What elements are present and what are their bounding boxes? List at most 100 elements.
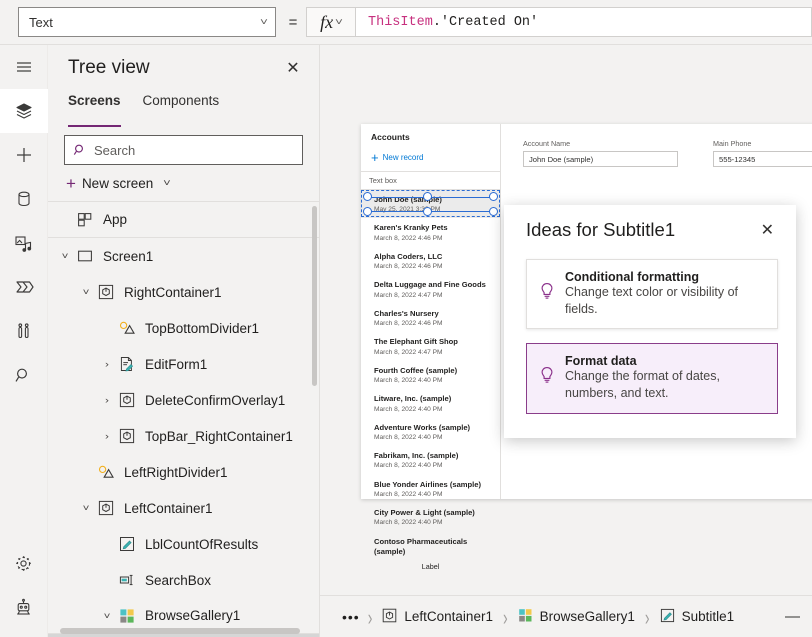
tree-item-label: BrowseGallery1 [145, 608, 241, 623]
idea-card-format-data[interactable]: Format data Change the format of dates, … [526, 343, 778, 414]
new-screen-button[interactable]: + New screen ˅ [64, 165, 303, 201]
breadcrumb-item-browsegallery1[interactable]: BrowseGallery1 [508, 596, 645, 637]
breadcrumb-overflow[interactable]: ••• [328, 596, 368, 637]
gallery-list-item[interactable]: Fourth Coffee (sample) March 8, 2022 4:40… [361, 361, 500, 389]
gallery-list-item[interactable]: Adventure Works (sample) March 8, 2022 4:… [361, 418, 500, 446]
search-input[interactable]: Search [64, 135, 303, 165]
chevron-down-icon[interactable]: ˅ [74, 287, 97, 297]
tree-view-icon[interactable] [0, 89, 48, 133]
breadcrumb-label: BrowseGallery1 [539, 609, 635, 624]
app-icon [74, 212, 96, 228]
chevron-right-icon[interactable]: › [95, 359, 118, 369]
breadcrumb-separator-icon: › [367, 603, 373, 630]
vertical-scrollbar[interactable] [312, 206, 317, 386]
gallery-list-item[interactable]: Contoso Pharmaceuticals (sample) [361, 532, 500, 562]
chevron-down-icon[interactable]: ˅ [53, 251, 76, 261]
insert-plus-icon[interactable] [0, 133, 48, 177]
power-automate-icon[interactable] [0, 265, 48, 309]
resize-handle[interactable] [489, 192, 498, 201]
account-name-field: Account Name John Doe (sample) [523, 139, 678, 167]
gallery-list-item[interactable]: City Power & Light (sample) March 8, 2022… [361, 503, 500, 531]
resize-handle[interactable] [363, 207, 372, 216]
tree-item-lblcountofresults[interactable]: ›LblCountOfResults [48, 526, 319, 562]
gallery-item-subtitle: March 8, 2022 4:47 PM [374, 348, 443, 356]
tab-components[interactable]: Components [143, 91, 220, 123]
minimize-button[interactable]: — [785, 608, 812, 625]
breadcrumb-item-subtitle1[interactable]: Subtitle1 [650, 596, 745, 637]
chevron-right-icon[interactable]: › [95, 431, 118, 441]
gallery-item-subtitle: March 8, 2022 4:47 PM [374, 291, 443, 299]
settings-gear-icon[interactable] [0, 541, 48, 585]
chevron-down-icon[interactable]: ˅ [95, 611, 118, 621]
copilot-bot-icon[interactable] [0, 585, 48, 629]
new-record-label: New record [382, 153, 424, 162]
field-input[interactable]: 555-12345 [713, 151, 812, 167]
resize-handle[interactable] [489, 207, 498, 216]
browse-gallery: John Doe (sample) May 25, 2021 3:33 PM Kar… [361, 190, 500, 561]
tree-item-app[interactable]: ›App [48, 202, 319, 238]
gallery-item-title: City Power & Light (sample) [374, 508, 475, 518]
property-dropdown-value: Text [29, 14, 53, 30]
gallery-list-item[interactable]: Alpha Coders, LLC March 8, 2022 4:46 PM [361, 247, 500, 275]
gallery-list-item[interactable]: Fabrikam, Inc. (sample) March 8, 2022 4:4… [361, 446, 500, 474]
search-icon[interactable] [0, 353, 48, 397]
property-dropdown[interactable]: Text ˅ [18, 7, 276, 37]
data-cylinder-icon[interactable] [0, 177, 48, 221]
label-icon [660, 608, 675, 626]
formula-remainder: .'Created On' [432, 14, 539, 30]
gallery-list-item[interactable]: Charles's Nursery March 8, 2022 4:46 PM [361, 304, 500, 332]
gallery-list-item[interactable]: Delta Luggage and Fine Goods March 8, 202… [361, 275, 500, 303]
close-icon[interactable]: ✕ [281, 58, 305, 78]
idea-card-conditional-formatting[interactable]: Conditional formatting Change text color… [526, 259, 778, 330]
container-icon [116, 392, 138, 408]
close-icon[interactable]: ✕ [761, 215, 778, 240]
tree-item-screen1[interactable]: ˅ Screen1 [48, 238, 319, 274]
plus-icon: + [66, 173, 76, 193]
equals-sign: = [288, 13, 298, 31]
horizontal-scrollbar[interactable] [60, 628, 300, 634]
tree-item-leftcontainer1[interactable]: ˅ LeftContainer1 [48, 490, 319, 526]
gallery-list-item[interactable]: John Doe (sample) May 25, 2021 3:33 PM [361, 190, 500, 219]
panel-title: Tree view [68, 57, 150, 78]
powerapps-studio: Text ˅ = fx ˅ ThisItem .'Created On' Tre… [0, 0, 812, 637]
field-input[interactable]: John Doe (sample) [523, 151, 678, 167]
formula-input[interactable]: ThisItem .'Created On' [356, 7, 812, 37]
gallery-item-title: The Elephant Gift Shop [374, 337, 458, 347]
tree-item-deleteconfirmoverlay1[interactable]: › DeleteConfirmOverlay1 [48, 382, 319, 418]
breadcrumb-item-leftcontainer1[interactable]: LeftContainer1 [372, 596, 503, 637]
tree-view-header: Tree view ✕ [48, 45, 319, 91]
tree-item-leftrightdivider1[interactable]: ›LeftRightDivider1 [48, 454, 319, 490]
formula-bar: Text ˅ = fx ˅ ThisItem .'Created On' [0, 0, 812, 45]
resize-handle[interactable] [423, 192, 432, 201]
tab-screens[interactable]: Screens [68, 91, 121, 127]
tree-item-topbar_rightcontainer1[interactable]: › TopBar_RightContainer1 [48, 418, 319, 454]
tree-item-searchbox[interactable]: ›SearchBox [48, 562, 319, 598]
tree-item-topbottomdivider1[interactable]: ›TopBottomDivider1 [48, 310, 319, 346]
tree-item-editform1[interactable]: › EditForm1 [48, 346, 319, 382]
gallery-list-item[interactable]: Karen's Kranky Pets March 8, 2022 4:46 PM [361, 218, 500, 246]
breadcrumb-bar: ••• › LeftContainer1 › BrowseGallery1 › … [320, 595, 812, 637]
tree-item-label: RightContainer1 [124, 284, 222, 300]
resize-handle[interactable] [423, 207, 432, 216]
chevron-right-icon[interactable]: › [95, 395, 118, 405]
gallery-item-subtitle: March 8, 2022 4:40 PM [374, 519, 443, 527]
gallery-list-item[interactable]: Blue Yonder Airlines (sample) March 8, 20… [361, 475, 500, 503]
tree-item-rightcontainer1[interactable]: ˅ RightContainer1 [48, 274, 319, 310]
gallery-search-box[interactable]: Text box [361, 171, 500, 190]
hamburger-menu-icon[interactable] [0, 45, 48, 89]
ideas-title: Ideas for Subtitle1 [526, 219, 676, 240]
container-icon [95, 284, 117, 300]
tree-view-tabs: Screens Components [48, 91, 319, 127]
idea-card-text: Conditional formatting Change text color… [565, 270, 765, 317]
resize-handle[interactable] [363, 192, 372, 201]
new-record-button[interactable]: + New record [361, 146, 500, 171]
chevron-down-icon[interactable]: ˅ [74, 503, 97, 513]
gallery-list-item[interactable]: Litware, Inc. (sample) March 8, 2022 4:40… [361, 389, 500, 417]
search-placeholder: Search [94, 142, 136, 158]
gallery-item-subtitle: March 8, 2022 4:40 PM [374, 490, 443, 498]
gallery-item-subtitle: March 8, 2022 4:40 PM [374, 377, 443, 385]
gallery-list-item[interactable]: The Elephant Gift Shop March 8, 2022 4:47… [361, 332, 500, 360]
variables-icon[interactable] [0, 309, 48, 353]
media-icon[interactable] [0, 221, 48, 265]
fx-button[interactable]: fx ˅ [306, 7, 356, 37]
